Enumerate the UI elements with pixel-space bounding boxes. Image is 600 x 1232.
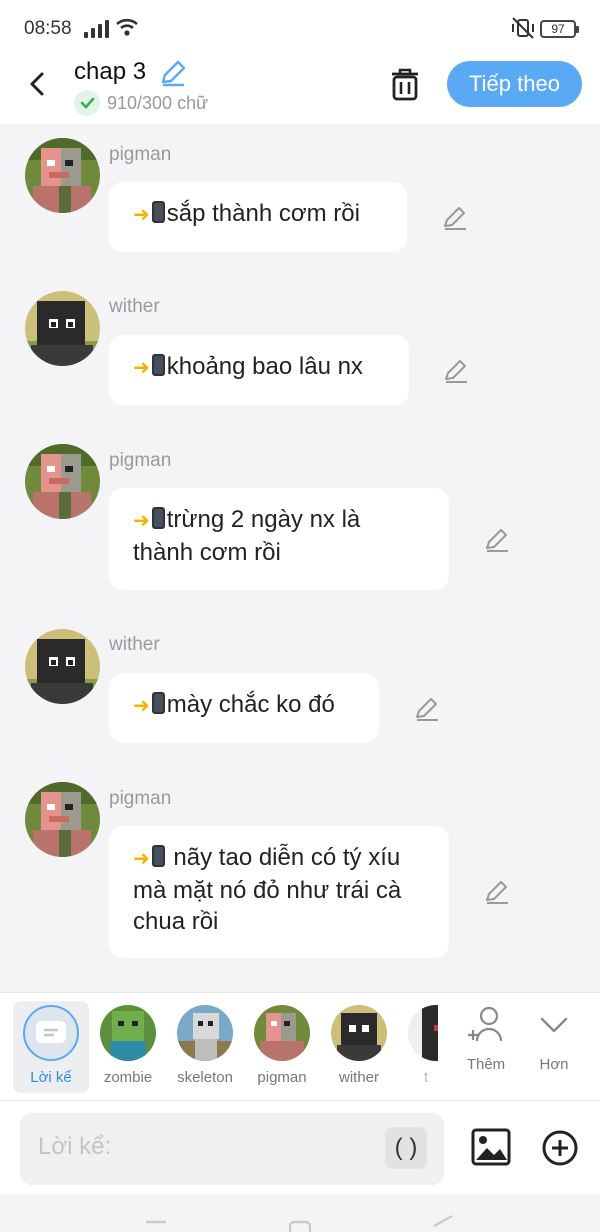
chevron-down-icon: [540, 1017, 568, 1033]
edit-title-icon[interactable]: [158, 58, 188, 93]
add-person-icon: [468, 1006, 503, 1042]
phone-icon: [151, 354, 165, 376]
avatar: [177, 1005, 233, 1061]
wifi-icon: [115, 16, 139, 43]
arrow-icon: ➜: [133, 695, 150, 717]
speaker-name: pigman: [109, 144, 172, 165]
more-button[interactable]: Hơn: [524, 1005, 584, 1073]
add-label: Thêm: [466, 1056, 506, 1073]
character-pigman[interactable]: pigman: [244, 1001, 320, 1093]
input-box: ( ): [20, 1113, 444, 1185]
arrow-icon: ➜: [133, 204, 150, 226]
character-zombie[interactable]: zombie: [90, 1001, 166, 1093]
phone-icon: [151, 201, 165, 223]
character-narration[interactable]: Lời kể: [13, 1001, 89, 1093]
message-text: sắp thành cơm rồi: [166, 200, 360, 227]
character-label: wither: [338, 1069, 379, 1086]
message-bubble[interactable]: ➜ khoảng bao lâu nx: [109, 335, 409, 405]
character-label: Lời kể: [30, 1069, 72, 1086]
status-bar: 08:58 97: [0, 0, 600, 58]
avatar[interactable]: [25, 291, 100, 366]
edit-message-icon[interactable]: [483, 878, 511, 911]
character-skeleton[interactable]: skeleton: [167, 1001, 243, 1093]
message-text: nãy tao diễn có tý xíu mà mặt nó đỏ như …: [133, 844, 402, 935]
back-button[interactable]: [22, 68, 54, 100]
message-bubble[interactable]: ➜ sắp thành cơm rồi: [109, 182, 407, 252]
message-text: khoảng bao lâu nx: [166, 353, 363, 380]
character-label: skeleton: [177, 1069, 233, 1086]
home-icon[interactable]: [288, 1220, 312, 1232]
character-label: t: [424, 1069, 429, 1086]
chapter-title[interactable]: chap 3: [74, 58, 146, 86]
message-text: trừng 2 ngày nx là thành cơm rồi: [133, 506, 361, 566]
message-bubble[interactable]: ➜ nãy tao diễn có tý xíu mà mặt nó đỏ nh…: [109, 826, 449, 958]
signal-icon: [84, 18, 109, 38]
add-character-button[interactable]: Thêm: [456, 1005, 516, 1073]
narration-icon: [23, 1005, 79, 1061]
speaker-name: wither: [109, 296, 160, 317]
add-icon[interactable]: [541, 1129, 579, 1172]
avatar[interactable]: [25, 138, 100, 213]
narration-input[interactable]: [38, 1133, 378, 1161]
message-bubble[interactable]: ➜ trừng 2 ngày nx là thành cơm rồi: [109, 488, 449, 590]
edit-message-icon[interactable]: [442, 357, 470, 390]
input-bar: ( ): [0, 1100, 600, 1194]
vibrate-off-icon: [510, 16, 536, 45]
status-time: 08:58: [24, 18, 72, 39]
avatar[interactable]: [25, 444, 100, 519]
avatar[interactable]: [25, 629, 100, 704]
edit-message-icon[interactable]: [483, 526, 511, 559]
more-label: Hơn: [539, 1056, 569, 1073]
phone-icon: [151, 845, 165, 867]
avatar[interactable]: [25, 782, 100, 857]
check-icon: [74, 90, 100, 116]
trash-icon[interactable]: [388, 66, 422, 107]
system-nav-bar: [0, 1194, 600, 1232]
avatar: [254, 1005, 310, 1061]
avatar: [331, 1005, 387, 1061]
editor-header: chap 3 910/300 chữ Tiếp theo: [0, 58, 600, 124]
arrow-icon: ➜: [133, 357, 150, 379]
phone-icon: [151, 692, 165, 714]
phone-icon: [151, 507, 165, 529]
message-bubble[interactable]: ➜ mày chắc ko đó: [109, 673, 379, 743]
avatar: [408, 1005, 438, 1061]
arrow-icon: ➜: [133, 510, 150, 532]
character-selector: Lời kể zombie skeleton pigman wither t T…: [0, 992, 600, 1100]
back-nav-icon[interactable]: [433, 1214, 453, 1228]
character-partial[interactable]: t: [398, 1001, 438, 1093]
speaker-name: pigman: [109, 450, 172, 471]
arrow-icon: ➜: [133, 848, 150, 870]
character-label: pigman: [257, 1069, 307, 1086]
speaker-name: wither: [109, 634, 160, 655]
avatar: [100, 1005, 156, 1061]
edit-message-icon[interactable]: [441, 204, 469, 237]
chat-area[interactable]: pigman ➜ sắp thành cơm rồi wither ➜ khoảng…: [0, 124, 600, 992]
message-text: mày chắc ko đó: [166, 691, 335, 718]
battery-indicator: 97: [540, 20, 579, 38]
word-count: 910/300 chữ: [107, 93, 209, 113]
parenthesis-button[interactable]: ( ): [385, 1127, 427, 1169]
edit-message-icon[interactable]: [413, 695, 441, 728]
image-icon[interactable]: [470, 1127, 512, 1172]
next-button[interactable]: Tiếp theo: [447, 61, 582, 107]
speaker-name: pigman: [109, 788, 172, 809]
character-wither[interactable]: wither: [321, 1001, 397, 1093]
character-label: zombie: [103, 1069, 153, 1086]
